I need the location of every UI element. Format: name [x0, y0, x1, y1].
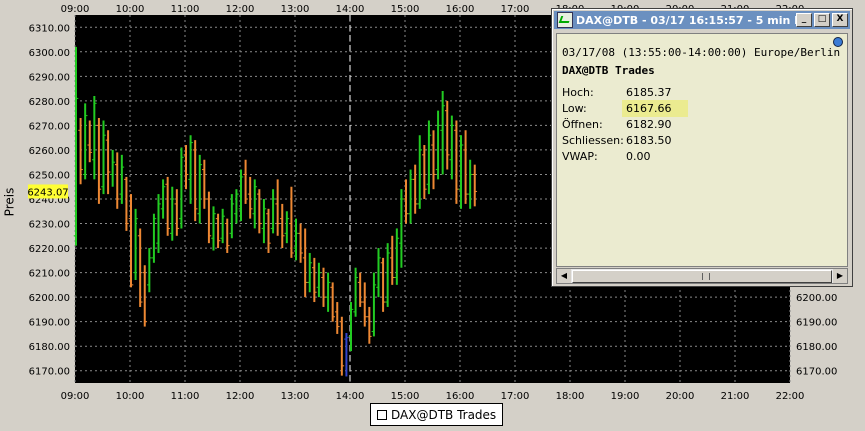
x-tick-label: 14:00 — [336, 391, 365, 402]
y-tick-label: 6310.00 — [29, 23, 70, 34]
legend-label: DAX@DTB Trades — [391, 407, 497, 422]
y-tick-label: 6180.00 — [29, 342, 70, 353]
x-tick-label-top: 16:00 — [446, 4, 475, 15]
y-tick-label: 6300.00 — [29, 48, 70, 59]
y-tick-label: 6190.00 — [29, 318, 70, 329]
x-tick-label: 13:00 — [281, 391, 310, 402]
field-value: 6183.50 — [626, 134, 672, 147]
x-tick-label-top: 11:00 — [171, 4, 200, 15]
y-tick-label: 6290.00 — [29, 72, 70, 83]
field-label: Öffnen: — [562, 118, 603, 131]
x-tick-label-top: 13:00 — [281, 4, 310, 15]
x-tick-label-top: 17:00 — [501, 4, 530, 15]
info-content: 03/17/08 (13:55:00-14:00:00) Europe/Berl… — [556, 33, 848, 267]
field-label: Schliessen: — [562, 134, 624, 147]
legend-swatch — [377, 409, 387, 420]
y-tick-label-right: 6190.00 — [796, 318, 837, 329]
x-tick-label: 18:00 — [556, 391, 585, 402]
y-tick-label-right: 6170.00 — [796, 367, 837, 378]
y-tick-label: 6170.00 — [29, 367, 70, 378]
field-value: 6167.66 — [622, 100, 688, 117]
chart-app-icon — [557, 12, 573, 28]
instrument-name: DAX@DTB Trades — [562, 64, 655, 77]
x-tick-label-top: 12:00 — [226, 4, 255, 15]
arrow-left-icon[interactable]: ◀ — [557, 269, 571, 283]
y-tick-label: 6270.00 — [29, 121, 70, 132]
x-tick-label-top: 15:00 — [391, 4, 420, 15]
field-label: Hoch: — [562, 86, 594, 99]
x-tick-label: 17:00 — [501, 391, 530, 402]
y-axis-title: Preis — [2, 187, 17, 217]
field-value-highlight: 6167.66 — [622, 100, 688, 117]
scrollbar-thumb[interactable] — [572, 270, 832, 283]
y-tick-label: 6200.00 — [29, 293, 70, 304]
arrow-right-icon[interactable]: ▶ — [833, 269, 847, 283]
close-button[interactable]: X — [832, 13, 848, 27]
field-value: 0.00 — [626, 150, 651, 163]
y-tick-label: 6260.00 — [29, 146, 70, 157]
y-tick-label: 6230.00 — [29, 220, 70, 231]
x-tick-label: 15:00 — [391, 391, 420, 402]
current-price-label: 6243.07 — [27, 187, 68, 198]
time-range: 03/17/08 (13:55:00-14:00:00) Europe/Berl… — [562, 46, 841, 59]
window-titlebar[interactable]: DAX@DTB - 03/17 16:15:57 - 5 min B... _ … — [554, 11, 850, 29]
x-tick-label: 11:00 — [171, 391, 200, 402]
y-tick-label: 6280.00 — [29, 97, 70, 108]
field-label: VWAP: — [562, 150, 598, 163]
x-tick-label-top: 14:00 — [336, 4, 365, 15]
chart-legend[interactable]: DAX@DTB Trades — [370, 403, 504, 426]
bar-info-window[interactable]: DAX@DTB - 03/17 16:15:57 - 5 min B... _ … — [551, 8, 853, 287]
y-tick-label-right: 6200.00 — [796, 293, 837, 304]
x-tick-label-top: 10:00 — [116, 4, 145, 15]
horizontal-scrollbar[interactable]: ◀ ▶ — [556, 268, 848, 284]
field-value: 6182.90 — [626, 118, 672, 131]
x-tick-label: 09:00 — [61, 391, 90, 402]
field-label: Low: — [562, 102, 587, 115]
minimize-button[interactable]: _ — [796, 13, 812, 27]
field-value: 6185.37 — [626, 86, 672, 99]
x-tick-label: 19:00 — [611, 391, 640, 402]
y-tick-label: 6250.00 — [29, 170, 70, 181]
x-tick-label: 10:00 — [116, 391, 145, 402]
window-title: DAX@DTB - 03/17 16:15:57 - 5 min B... — [576, 13, 796, 27]
maximize-button[interactable]: □ — [814, 13, 830, 27]
y-tick-label: 6220.00 — [29, 244, 70, 255]
y-tick-label-right: 6180.00 — [796, 342, 837, 353]
x-tick-label: 20:00 — [666, 391, 695, 402]
x-tick-label: 22:00 — [776, 391, 805, 402]
x-tick-label: 12:00 — [226, 391, 255, 402]
x-tick-label: 21:00 — [721, 391, 750, 402]
x-tick-label-top: 09:00 — [61, 4, 90, 15]
grip-icon — [702, 273, 710, 280]
x-tick-label: 16:00 — [446, 391, 475, 402]
y-tick-label: 6210.00 — [29, 269, 70, 280]
